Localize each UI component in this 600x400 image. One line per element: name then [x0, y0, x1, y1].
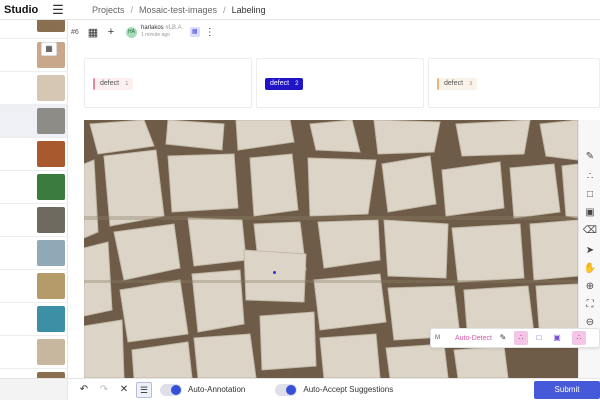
- polygon-tool-icon[interactable]: □: [582, 188, 598, 202]
- label-name: defect: [444, 80, 464, 87]
- smart-keypoint-icon[interactable]: ∴: [513, 331, 528, 345]
- label-chip-defect-2[interactable]: defect 2: [265, 78, 304, 90]
- menu-icon[interactable]: ☰: [48, 0, 68, 20]
- annotator-id: #LB.A: [165, 25, 182, 31]
- label-card[interactable]: defect 3: [428, 58, 600, 108]
- breadcrumb-separator: /: [130, 4, 134, 15]
- add-icon[interactable]: +: [102, 26, 120, 38]
- toggle-knob: [286, 384, 297, 395]
- thumbnail-row[interactable]: [0, 204, 67, 237]
- brush-tool-icon[interactable]: ✎: [582, 150, 598, 164]
- breadcrumb-current: Labeling: [231, 4, 266, 15]
- thumbnail-image: [37, 339, 65, 365]
- more-options-icon[interactable]: ⋮: [204, 27, 216, 38]
- thumbnail-image: [37, 207, 65, 233]
- auto-annotation-label: Auto-Annotation: [188, 385, 246, 394]
- label-chip-defect-1[interactable]: defect 1: [93, 78, 134, 90]
- smart-rectangle-icon[interactable]: □: [532, 331, 546, 345]
- submit-button[interactable]: Submit: [534, 381, 600, 399]
- breadcrumb: Projects / Mosaic-test-images / Labeling: [92, 5, 266, 15]
- label-selector: defect 1 defect 2 defect 3: [84, 58, 600, 108]
- annotator-name: harlakos #LB.A: [141, 25, 182, 32]
- avatar: HA: [126, 26, 137, 38]
- undo-icon[interactable]: ↶: [74, 384, 94, 395]
- label-chip-defect-3[interactable]: defect 3: [437, 78, 478, 90]
- thumbnail-image: [37, 141, 65, 167]
- label-hotkey: 2: [295, 81, 299, 87]
- auto-accept-toggle[interactable]: [275, 383, 298, 396]
- label-name: defect: [270, 80, 290, 87]
- reset-icon[interactable]: ✕: [114, 384, 134, 395]
- thumbnail-image: [37, 306, 65, 332]
- breadcrumb-projects[interactable]: Projects: [92, 5, 125, 15]
- eraser-tool-icon[interactable]: ⌫: [582, 224, 598, 238]
- thumbnail-row[interactable]: [0, 270, 67, 303]
- bottom-toolbar: ↶ ↷ ✕ ☰ Auto-Annotation Auto-Accept Sugg…: [68, 378, 600, 400]
- auto-annotation-toggle[interactable]: [160, 383, 182, 396]
- thumbnail-row[interactable]: [0, 237, 67, 270]
- zoom-in-icon[interactable]: ⊕: [582, 280, 598, 294]
- grid-icon[interactable]: ▦: [84, 26, 102, 39]
- labeling-app: Studio ☰ Projects / Mosaic-test-images /…: [0, 0, 600, 400]
- annotation-time: 1 minute ago: [141, 32, 170, 38]
- magic-wand-icon[interactable]: ✎: [496, 331, 510, 345]
- breadcrumb-project[interactable]: Mosaic-test-images: [139, 5, 217, 15]
- auto-accept-label: Auto-Accept Suggestions: [303, 385, 394, 394]
- image-thumbnail-list[interactable]: ▦: [0, 20, 68, 400]
- thumbnail-row[interactable]: [0, 72, 67, 105]
- annotation-badge-icon[interactable]: ▦: [189, 27, 200, 37]
- thumbnail-row-active[interactable]: [0, 105, 67, 138]
- thumbnail-image: [37, 75, 65, 101]
- thumbnail-row[interactable]: [0, 336, 67, 369]
- top-header: Studio ☰ Projects / Mosaic-test-images /…: [0, 0, 600, 20]
- thumbnail-row[interactable]: [0, 303, 67, 336]
- label-hotkey: 1: [125, 81, 129, 87]
- auto-detect-toolbar: M Auto-Detect ✎ ∴ □ ▣ ∴: [430, 328, 600, 348]
- label-hotkey: 3: [469, 81, 473, 87]
- thumbnail-image: [37, 273, 65, 299]
- thumbnail-image: [37, 108, 65, 134]
- redo-icon[interactable]: ↷: [94, 384, 114, 395]
- auto-detect-mode[interactable]: M: [435, 335, 449, 341]
- breadcrumb-separator: /: [223, 4, 226, 15]
- annotator-username: harlakos: [141, 25, 164, 31]
- label-card-selected[interactable]: defect 2: [256, 58, 424, 108]
- task-id: #6: [71, 28, 79, 36]
- task-toolbar: #6 ▦ + HA harlakos #LB.A 1 minute ago ▦ …: [68, 20, 600, 44]
- settings-sliders-icon[interactable]: ☰: [136, 381, 152, 398]
- label-card[interactable]: defect 1: [84, 58, 252, 108]
- thumbnail-row[interactable]: [0, 138, 67, 171]
- label-name: defect: [100, 80, 120, 87]
- thumbnail-row[interactable]: [0, 20, 67, 39]
- sidebar-footer: [0, 378, 67, 400]
- grid-view-icon[interactable]: ▦: [41, 42, 57, 56]
- rectangle-tool-icon[interactable]: ▣: [582, 206, 598, 220]
- thumbnail-row[interactable]: [0, 171, 67, 204]
- fit-screen-icon[interactable]: ⛶: [582, 298, 598, 312]
- thumbnail-image: [37, 240, 65, 266]
- thumbnail-image: [37, 20, 65, 32]
- thumbnail-row[interactable]: [0, 39, 67, 72]
- pan-tool-icon[interactable]: ✋: [582, 262, 598, 276]
- toggle-knob: [171, 384, 181, 395]
- select-tool-icon[interactable]: ➤: [582, 244, 598, 258]
- thumbnail-image: [37, 174, 65, 200]
- smart-brush-icon[interactable]: ∴: [571, 331, 586, 345]
- auto-detect-label: Auto-Detect: [455, 334, 492, 342]
- keypoint-marker[interactable]: [273, 271, 276, 274]
- brand-name: Studio: [4, 3, 39, 16]
- annotator-info: harlakos #LB.A 1 minute ago: [141, 25, 182, 39]
- smart-polygon-icon[interactable]: ▣: [550, 331, 564, 345]
- keypoints-tool-icon[interactable]: ∴: [582, 170, 598, 184]
